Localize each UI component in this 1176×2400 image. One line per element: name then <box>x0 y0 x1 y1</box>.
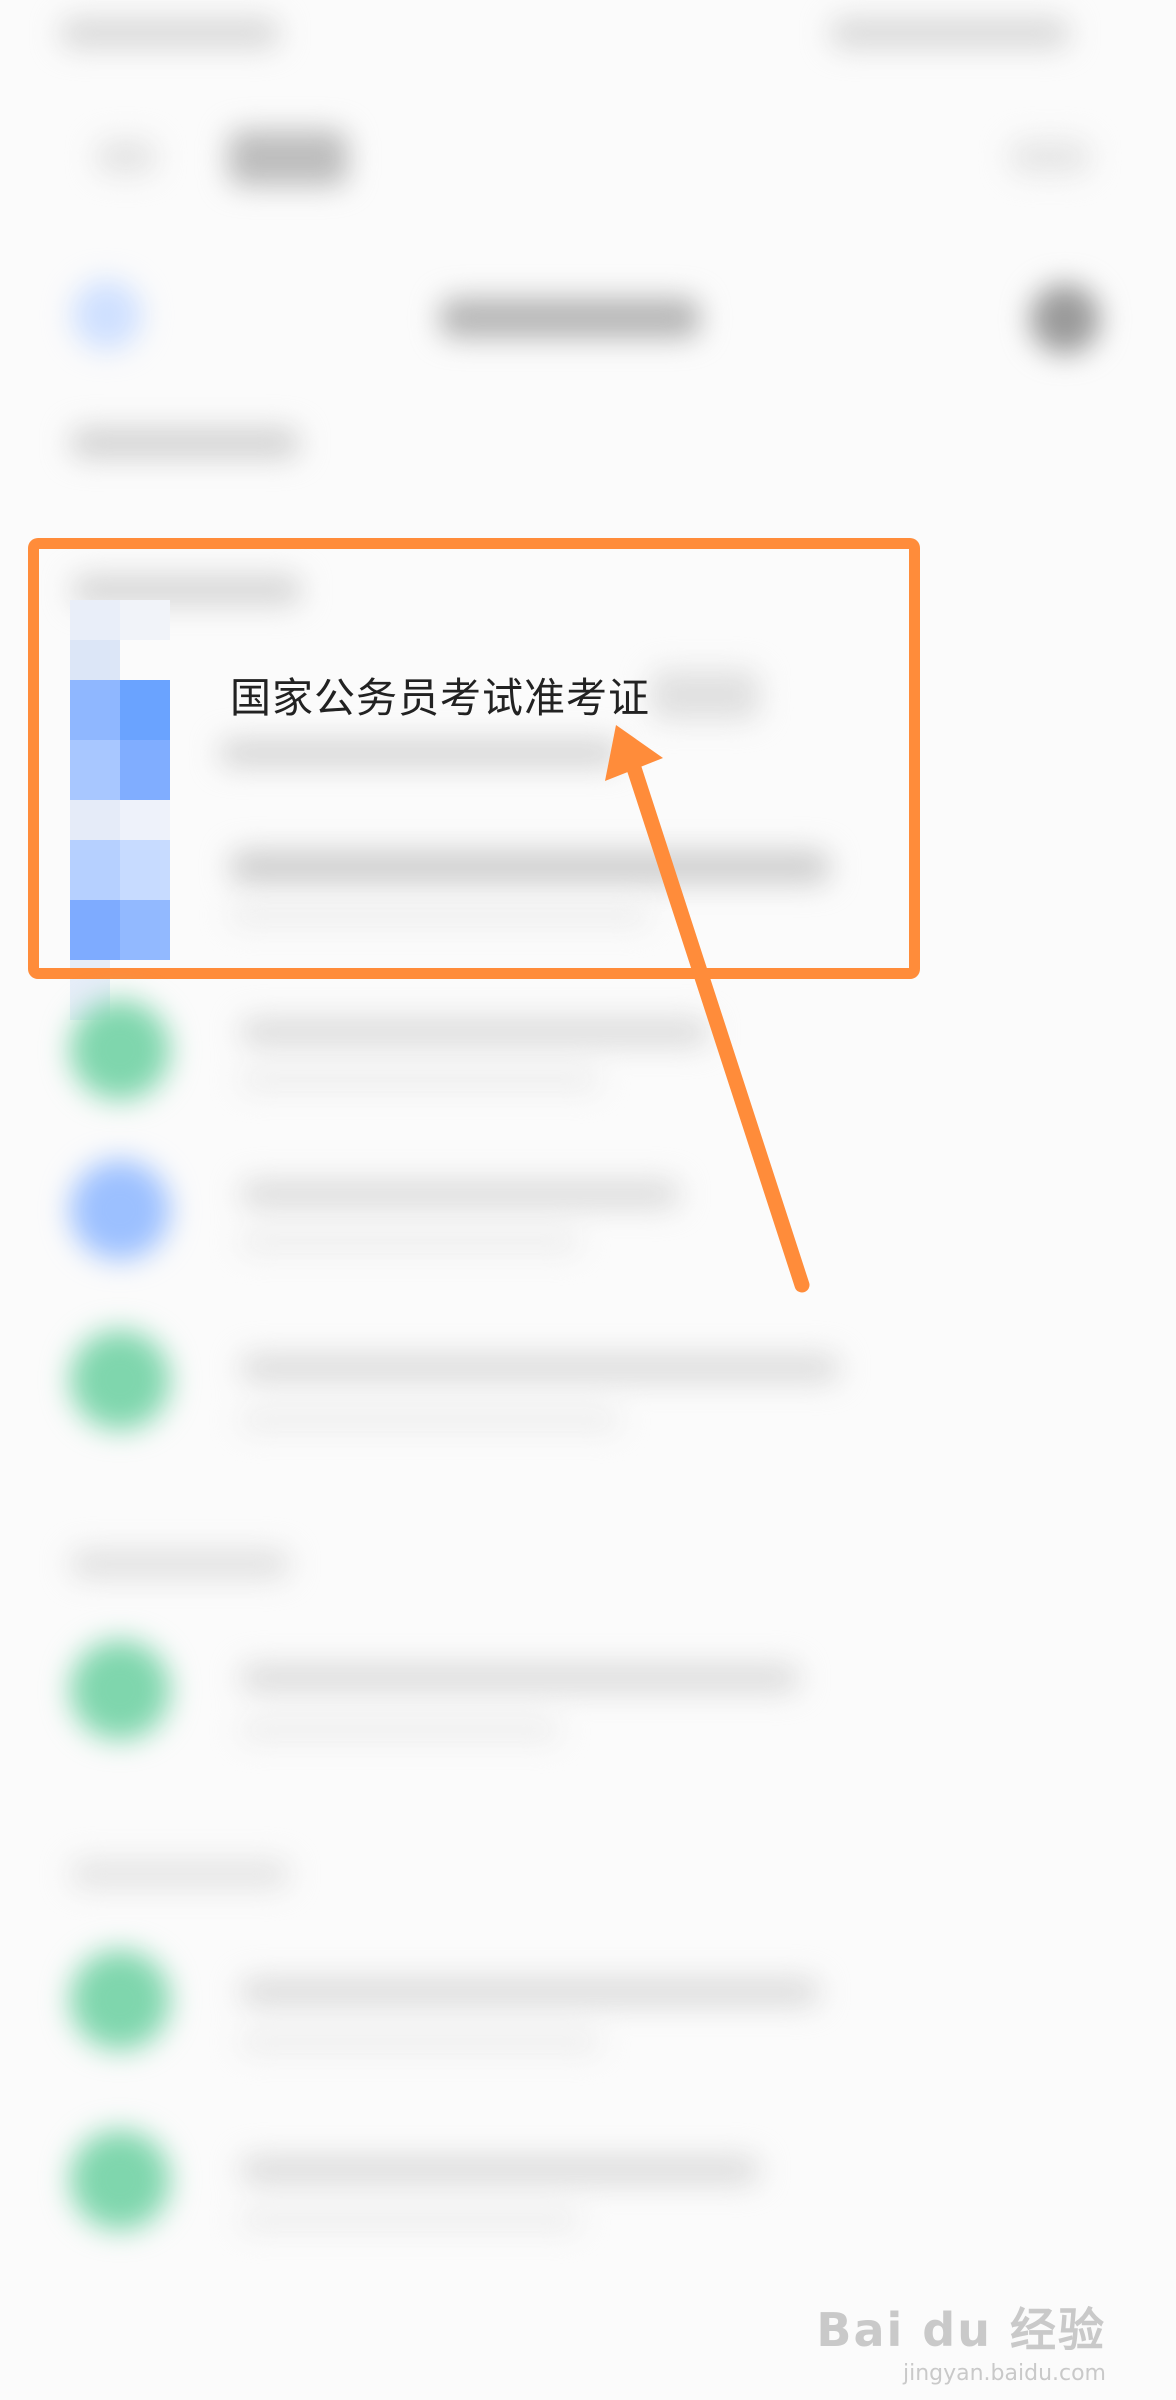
pointer-arrow-icon <box>605 725 810 1293</box>
baidu-jingyan-watermark: Bai du 经验 <box>816 2303 1106 2357</box>
watermark-url: jingyan.baidu.com <box>902 2361 1106 2386</box>
pointer-arrow-shaft <box>625 757 810 1293</box>
